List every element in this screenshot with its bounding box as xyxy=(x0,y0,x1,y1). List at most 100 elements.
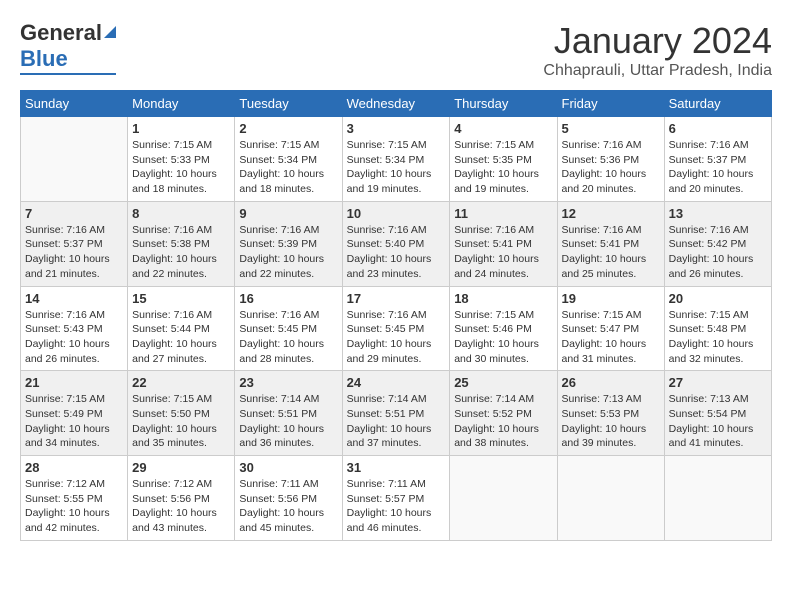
day-info: Sunrise: 7:16 AMSunset: 5:43 PMDaylight:… xyxy=(25,308,123,367)
day-info: Sunrise: 7:12 AMSunset: 5:56 PMDaylight:… xyxy=(132,477,230,536)
calendar-cell: 26 Sunrise: 7:13 AMSunset: 5:53 PMDayligh… xyxy=(557,371,664,456)
day-info: Sunrise: 7:13 AMSunset: 5:53 PMDaylight:… xyxy=(562,392,660,451)
calendar-cell: 30 Sunrise: 7:11 AMSunset: 5:56 PMDayligh… xyxy=(235,456,342,541)
day-number: 1 xyxy=(132,121,230,136)
header-friday: Friday xyxy=(557,91,664,117)
day-number: 8 xyxy=(132,206,230,221)
day-number: 24 xyxy=(347,375,446,390)
calendar-cell: 16 Sunrise: 7:16 AMSunset: 5:45 PMDayligh… xyxy=(235,286,342,371)
calendar-cell: 4Sunrise: 7:15 AMSunset: 5:35 PMDaylight… xyxy=(450,117,557,202)
day-info: Sunrise: 7:11 AMSunset: 5:57 PMDaylight:… xyxy=(347,477,446,536)
day-number: 15 xyxy=(132,291,230,306)
header-sunday: Sunday xyxy=(21,91,128,117)
day-info: Sunrise: 7:14 AMSunset: 5:51 PMDaylight:… xyxy=(239,392,337,451)
month-title: January 2024 xyxy=(543,20,772,62)
calendar-cell: 3Sunrise: 7:15 AMSunset: 5:34 PMDaylight… xyxy=(342,117,450,202)
day-number: 28 xyxy=(25,460,123,475)
day-number: 19 xyxy=(562,291,660,306)
calendar-cell xyxy=(21,117,128,202)
day-number: 30 xyxy=(239,460,337,475)
calendar-cell xyxy=(450,456,557,541)
logo-blue: Blue xyxy=(20,46,68,72)
day-info: Sunrise: 7:16 AMSunset: 5:42 PMDaylight:… xyxy=(669,223,767,282)
day-number: 10 xyxy=(347,206,446,221)
day-info: Sunrise: 7:16 AMSunset: 5:37 PMDaylight:… xyxy=(25,223,123,282)
header-row: SundayMondayTuesdayWednesdayThursdayFrid… xyxy=(21,91,772,117)
calendar-cell: 23Sunrise: 7:14 AMSunset: 5:51 PMDayligh… xyxy=(235,371,342,456)
calendar-cell: 19Sunrise: 7:15 AMSunset: 5:47 PMDayligh… xyxy=(557,286,664,371)
day-number: 5 xyxy=(562,121,660,136)
day-info: Sunrise: 7:14 AMSunset: 5:51 PMDaylight:… xyxy=(347,392,446,451)
day-info: Sunrise: 7:16 AMSunset: 5:45 PMDaylight:… xyxy=(347,308,446,367)
calendar-cell: 9 Sunrise: 7:16 AMSunset: 5:39 PMDaylight… xyxy=(235,201,342,286)
calendar-cell: 13 Sunrise: 7:16 AMSunset: 5:42 PMDayligh… xyxy=(664,201,771,286)
header-monday: Monday xyxy=(128,91,235,117)
calendar-cell: 22 Sunrise: 7:15 AMSunset: 5:50 PMDayligh… xyxy=(128,371,235,456)
calendar-cell: 1 Sunrise: 7:15 AMSunset: 5:33 PMDaylight… xyxy=(128,117,235,202)
day-info: Sunrise: 7:15 AMSunset: 5:46 PMDaylight:… xyxy=(454,308,552,367)
calendar-cell: 25 Sunrise: 7:14 AMSunset: 5:52 PMDayligh… xyxy=(450,371,557,456)
page-header: General Blue January 2024 Chhaprauli, Ut… xyxy=(20,20,772,80)
day-number: 14 xyxy=(25,291,123,306)
logo-underline xyxy=(20,73,116,75)
calendar-cell: 29 Sunrise: 7:12 AMSunset: 5:56 PMDayligh… xyxy=(128,456,235,541)
calendar-cell: 27 Sunrise: 7:13 AMSunset: 5:54 PMDayligh… xyxy=(664,371,771,456)
calendar-cell xyxy=(664,456,771,541)
day-number: 3 xyxy=(347,121,446,136)
day-info: Sunrise: 7:16 AMSunset: 5:39 PMDaylight:… xyxy=(239,223,337,282)
day-info: Sunrise: 7:16 AMSunset: 5:45 PMDaylight:… xyxy=(239,308,337,367)
title-section: January 2024 Chhaprauli, Uttar Pradesh, … xyxy=(543,20,772,80)
day-info: Sunrise: 7:11 AMSunset: 5:56 PMDaylight:… xyxy=(239,477,337,536)
calendar-cell: 15 Sunrise: 7:16 AMSunset: 5:44 PMDayligh… xyxy=(128,286,235,371)
week-row-1: 1 Sunrise: 7:15 AMSunset: 5:33 PMDaylight… xyxy=(21,117,772,202)
calendar-cell xyxy=(557,456,664,541)
day-number: 11 xyxy=(454,206,552,221)
logo-arrow-icon xyxy=(104,26,116,38)
header-wednesday: Wednesday xyxy=(342,91,450,117)
week-row-5: 28 Sunrise: 7:12 AMSunset: 5:55 PMDayligh… xyxy=(21,456,772,541)
calendar-cell: 24 Sunrise: 7:14 AMSunset: 5:51 PMDayligh… xyxy=(342,371,450,456)
calendar-cell: 28 Sunrise: 7:12 AMSunset: 5:55 PMDayligh… xyxy=(21,456,128,541)
day-number: 20 xyxy=(669,291,767,306)
day-number: 25 xyxy=(454,375,552,390)
day-number: 26 xyxy=(562,375,660,390)
day-number: 6 xyxy=(669,121,767,136)
day-info: Sunrise: 7:12 AMSunset: 5:55 PMDaylight:… xyxy=(25,477,123,536)
calendar-cell: 10Sunrise: 7:16 AMSunset: 5:40 PMDayligh… xyxy=(342,201,450,286)
calendar-cell: 12 Sunrise: 7:16 AMSunset: 5:41 PMDayligh… xyxy=(557,201,664,286)
day-info: Sunrise: 7:16 AMSunset: 5:37 PMDaylight:… xyxy=(669,138,767,197)
day-number: 29 xyxy=(132,460,230,475)
day-number: 31 xyxy=(347,460,446,475)
day-number: 16 xyxy=(239,291,337,306)
day-info: Sunrise: 7:15 AMSunset: 5:33 PMDaylight:… xyxy=(132,138,230,197)
calendar-cell: 2Sunrise: 7:15 AMSunset: 5:34 PMDaylight… xyxy=(235,117,342,202)
calendar-cell: 20Sunrise: 7:15 AMSunset: 5:48 PMDayligh… xyxy=(664,286,771,371)
week-row-3: 14 Sunrise: 7:16 AMSunset: 5:43 PMDayligh… xyxy=(21,286,772,371)
day-info: Sunrise: 7:15 AMSunset: 5:50 PMDaylight:… xyxy=(132,392,230,451)
calendar-cell: 5Sunrise: 7:16 AMSunset: 5:36 PMDaylight… xyxy=(557,117,664,202)
calendar-cell: 11 Sunrise: 7:16 AMSunset: 5:41 PMDayligh… xyxy=(450,201,557,286)
day-number: 13 xyxy=(669,206,767,221)
day-number: 17 xyxy=(347,291,446,306)
day-info: Sunrise: 7:16 AMSunset: 5:38 PMDaylight:… xyxy=(132,223,230,282)
header-saturday: Saturday xyxy=(664,91,771,117)
day-number: 12 xyxy=(562,206,660,221)
day-info: Sunrise: 7:16 AMSunset: 5:44 PMDaylight:… xyxy=(132,308,230,367)
calendar-cell: 14 Sunrise: 7:16 AMSunset: 5:43 PMDayligh… xyxy=(21,286,128,371)
day-number: 9 xyxy=(239,206,337,221)
logo-general: General xyxy=(20,20,102,46)
day-info: Sunrise: 7:15 AMSunset: 5:35 PMDaylight:… xyxy=(454,138,552,197)
day-number: 22 xyxy=(132,375,230,390)
day-info: Sunrise: 7:16 AMSunset: 5:41 PMDaylight:… xyxy=(562,223,660,282)
calendar-cell: 8 Sunrise: 7:16 AMSunset: 5:38 PMDaylight… xyxy=(128,201,235,286)
location: Chhaprauli, Uttar Pradesh, India xyxy=(543,62,772,80)
day-number: 27 xyxy=(669,375,767,390)
day-info: Sunrise: 7:16 AMSunset: 5:41 PMDaylight:… xyxy=(454,223,552,282)
week-row-2: 7Sunrise: 7:16 AMSunset: 5:37 PMDaylight… xyxy=(21,201,772,286)
day-info: Sunrise: 7:14 AMSunset: 5:52 PMDaylight:… xyxy=(454,392,552,451)
calendar-table: SundayMondayTuesdayWednesdayThursdayFrid… xyxy=(20,90,772,541)
logo: General Blue xyxy=(20,20,116,75)
calendar-cell: 7Sunrise: 7:16 AMSunset: 5:37 PMDaylight… xyxy=(21,201,128,286)
day-number: 18 xyxy=(454,291,552,306)
day-info: Sunrise: 7:13 AMSunset: 5:54 PMDaylight:… xyxy=(669,392,767,451)
